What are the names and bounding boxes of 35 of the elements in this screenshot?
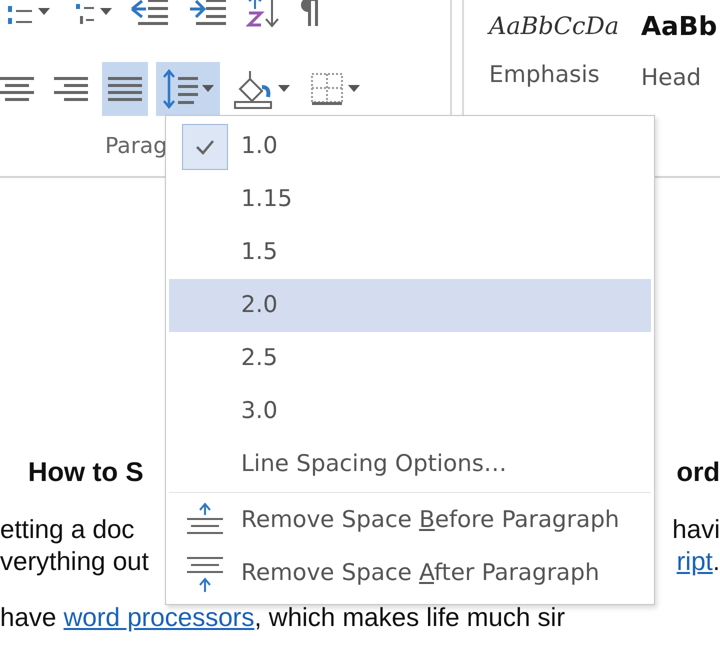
caret-icon — [348, 85, 360, 93]
body-text: etting a doc — [0, 513, 134, 545]
menu-item[interactable]: Remove Space Before Paragraph — [169, 494, 651, 547]
toolbar-button[interactable] — [102, 62, 148, 116]
caret-icon — [38, 8, 50, 16]
align-right-icon — [54, 76, 88, 102]
link[interactable]: word processors — [64, 602, 254, 632]
increase-indent-icon — [188, 0, 228, 27]
body-text: ript. — [676, 545, 720, 577]
menu-item[interactable]: 1.5 — [169, 226, 651, 279]
sort-icon — [246, 0, 280, 29]
align-center-icon — [0, 76, 34, 102]
body-text: verything out — [0, 545, 149, 577]
line-spacing-icon — [162, 69, 198, 109]
paint-bucket-icon — [234, 69, 274, 109]
link[interactable]: ript — [676, 546, 713, 576]
body-text: havi — [672, 513, 720, 545]
menu-item[interactable]: 2.0 — [169, 279, 651, 332]
heading-text: ord — [676, 456, 720, 488]
heading-text: How to S — [28, 456, 144, 488]
caret-icon — [278, 85, 290, 93]
toolbar-button[interactable] — [156, 62, 220, 116]
menu-item[interactable]: Line Spacing Options… — [169, 438, 651, 491]
decrease-indent-icon — [130, 0, 170, 27]
menu-item[interactable]: Remove Space After Paragraph — [169, 547, 651, 600]
body-text: have word processors, which makes life much sir — [0, 601, 565, 633]
caret-icon — [202, 85, 214, 93]
justify-icon — [108, 76, 142, 102]
checkmark-icon — [182, 124, 228, 170]
menu-item[interactable]: 3.0 — [169, 385, 651, 438]
menu-item[interactable]: 1.15 — [169, 173, 651, 226]
borders-icon — [310, 72, 344, 106]
menu-item[interactable]: 2.5 — [169, 332, 651, 385]
group-label: Parag — [105, 133, 168, 161]
caret-icon — [100, 8, 112, 16]
